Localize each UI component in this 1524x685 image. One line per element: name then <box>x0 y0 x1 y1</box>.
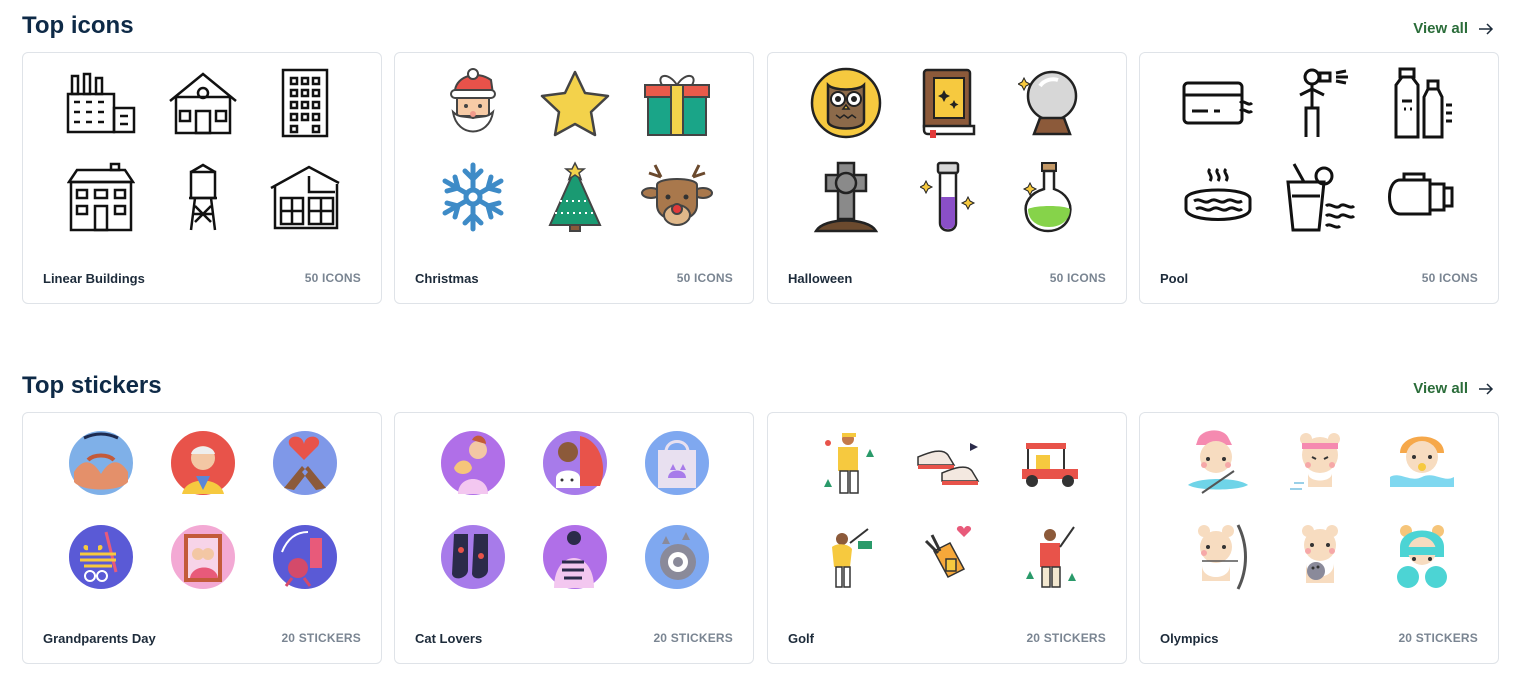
credit-card-icon <box>1182 67 1254 139</box>
icon-pack-card[interactable]: Linear Buildings 50 ICONS <box>22 52 382 304</box>
card-count: 50 ICONS <box>1049 271 1106 285</box>
golf-cart-sticker <box>1014 427 1086 499</box>
card-count: 20 STICKERS <box>653 631 733 645</box>
bear-bowling-sticker <box>1284 521 1356 593</box>
office-building-icon <box>269 67 341 139</box>
sticker-pack-card[interactable]: Cat Lovers 20 STICKERS <box>394 412 754 664</box>
house-icon <box>167 67 239 139</box>
view-all-stickers-link[interactable]: View all <box>1413 380 1494 397</box>
golf-bag-sticker <box>912 521 984 593</box>
section-header: Top stickers View all <box>22 360 1502 412</box>
gift-icon <box>641 67 713 139</box>
grave-cross-icon <box>810 161 882 233</box>
lifeguard-whistle-icon <box>1284 67 1356 139</box>
holding-hands-sticker <box>65 427 137 499</box>
card-title: Linear Buildings <box>43 271 145 286</box>
card-title: Golf <box>788 631 814 646</box>
love-grandma-sticker <box>269 521 341 593</box>
icon-pack-card[interactable]: Pool 50 ICONS <box>1139 52 1499 304</box>
christmas-tree-icon <box>539 161 611 233</box>
happy-grandparents-day-sticker <box>65 521 137 593</box>
bear-rowing-sticker <box>1182 427 1254 499</box>
crystal-ball-icon <box>1014 67 1086 139</box>
potion-flask-icon <box>1014 161 1086 233</box>
view-all-label: View all <box>1413 20 1468 37</box>
santa-icon <box>437 67 509 139</box>
grandpa-sticker <box>167 427 239 499</box>
hot-tub-icon <box>1182 161 1254 233</box>
spell-book-icon <box>912 67 984 139</box>
card-count: 20 STICKERS <box>1026 631 1106 645</box>
pool-pump-icon <box>1386 161 1458 233</box>
modern-house-icon <box>269 161 341 233</box>
card-count: 50 ICONS <box>1421 271 1478 285</box>
card-title: Grandparents Day <box>43 631 156 646</box>
heart-hands-sticker <box>269 427 341 499</box>
arrow-right-icon <box>1479 22 1494 35</box>
golf-swing-sticker <box>810 521 882 593</box>
top-icons-section: Top icons View all Linear Buildings 50 I… <box>22 0 1502 306</box>
cat-hug-sticker <box>437 427 509 499</box>
cat-lovers-club-sticker <box>539 521 611 593</box>
potion-vial-icon <box>912 161 984 233</box>
girl-cat-sticker <box>539 427 611 499</box>
card-title: Halloween <box>788 271 853 286</box>
star-icon <box>539 67 611 139</box>
card-title: Cat Lovers <box>415 631 483 646</box>
top-stickers-section: Top stickers View all Grandparents Day 2… <box>22 360 1502 666</box>
icon-pack-card[interactable]: Christmas 50 ICONS <box>394 52 754 304</box>
card-count: 50 ICONS <box>676 271 733 285</box>
cat-tote-bag-sticker <box>641 427 713 499</box>
sticker-pack-card[interactable]: Olympics 20 STICKERS <box>1139 412 1499 664</box>
chemical-bottles-icon <box>1386 67 1458 139</box>
reindeer-icon <box>641 161 713 233</box>
section-header: Top icons View all <box>22 0 1502 52</box>
icon-pack-card[interactable]: Halloween 50 ICONS <box>767 52 1127 304</box>
townhouse-icon <box>65 161 137 233</box>
arrow-right-icon <box>1479 382 1494 395</box>
view-all-label: View all <box>1413 380 1468 397</box>
couple-portrait-sticker <box>167 521 239 593</box>
drink-glass-icon <box>1284 161 1356 233</box>
cat-socks-sticker <box>437 521 509 593</box>
owl-icon <box>810 67 882 139</box>
section-title: Top stickers <box>22 372 162 399</box>
water-tower-icon <box>167 161 239 233</box>
sticker-pack-card[interactable]: Golf 20 STICKERS <box>767 412 1127 664</box>
golf-shoes-sticker <box>912 427 984 499</box>
factory-icon <box>65 67 137 139</box>
card-title: Christmas <box>415 271 479 286</box>
card-count: 20 STICKERS <box>281 631 361 645</box>
card-count: 50 ICONS <box>304 271 361 285</box>
sleeping-cat-sticker <box>641 521 713 593</box>
card-title: Pool <box>1160 271 1189 286</box>
bear-boxing-sticker <box>1386 521 1458 593</box>
section-title: Top icons <box>22 12 134 39</box>
snowflake-icon <box>437 161 509 233</box>
bear-swimming-sticker <box>1386 427 1458 499</box>
golf-player-sticker <box>1014 521 1086 593</box>
bear-archery-sticker <box>1182 521 1254 593</box>
view-all-icons-link[interactable]: View all <box>1413 20 1494 37</box>
bear-running-sticker <box>1284 427 1356 499</box>
card-count: 20 STICKERS <box>1398 631 1478 645</box>
sticker-pack-card[interactable]: Grandparents Day 20 STICKERS <box>22 412 382 664</box>
golfer-sticker <box>810 427 882 499</box>
card-title: Olympics <box>1160 631 1219 646</box>
